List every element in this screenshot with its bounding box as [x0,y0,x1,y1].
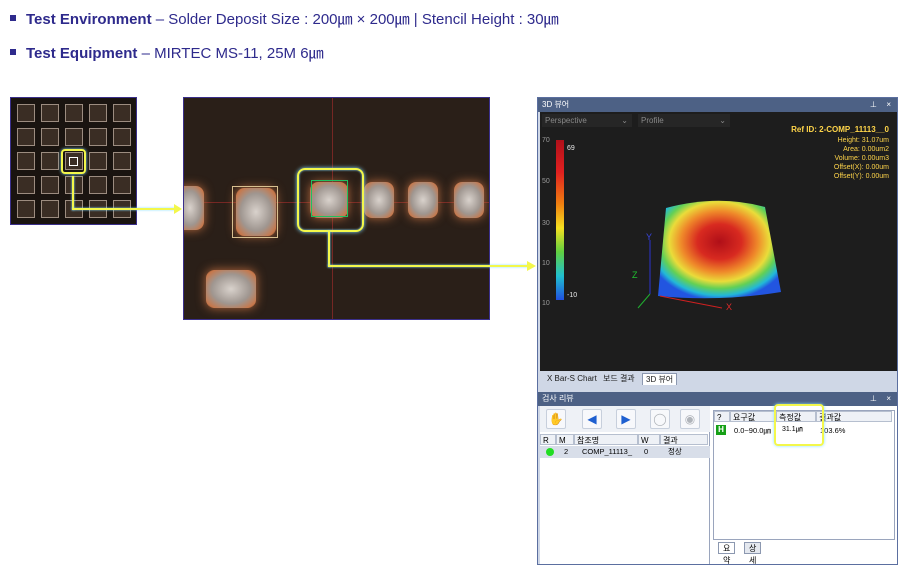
connector-line [328,265,529,267]
test-environment-value: – Solder Deposit Size : 200㎛ × 200㎛ | St… [151,11,559,28]
pin-icon[interactable]: ⊥ [870,392,877,406]
viewer-tabbar: X Bar-S Chart 보드 결과 3D 뷰어 [540,372,897,386]
board-chip [17,176,35,194]
test-equipment-label: Test Equipment [26,45,138,62]
connector-arrow-icon [174,204,182,214]
selection-highlight [297,168,364,232]
column-header-result-value[interactable]: 결과값 [816,411,892,422]
board-chip [113,152,131,170]
solder-pad [408,182,438,218]
column-header-info: ? [714,411,730,422]
component-list: ✋ ◀ ▶ ◯ ◉ R M 참조명 W 결과 2 COMP_11113_ 0 정… [540,406,710,564]
solder-pad [454,182,484,218]
solder-pad [364,182,394,218]
tab-board-result[interactable]: 보드 결과 [600,373,638,385]
viewer-title: 3D 뷰어 [542,100,570,109]
required-value: 0.0~90.0㎛ [734,426,771,435]
tab-xbar-chart[interactable]: X Bar-S Chart [544,373,600,385]
inspection-review-panel: ✋ ◀ ▶ ◯ ◉ R M 참조명 W 결과 2 COMP_11113_ 0 정… [540,406,897,564]
board-chip [17,104,35,122]
board-chip [89,152,107,170]
board-chip [65,176,83,194]
review-titlebar: 검사 리뷰 ⊥ × [538,392,897,406]
board-chip [89,176,107,194]
arrow-right-icon[interactable]: ▶ [616,409,636,429]
board-chip [17,200,35,218]
bullet-icon [10,49,16,56]
row-result-value: 정상 [668,447,682,456]
connector-arrow-icon [527,261,536,271]
column-header-ref[interactable]: 참조명 [574,434,638,445]
board-chip [65,128,83,146]
solder-pad [184,186,204,230]
selected-region-marker [69,157,78,166]
axis-y-label: Y [646,232,652,242]
bullet-icon [10,15,16,22]
board-chip [89,104,107,122]
zoomed-solder-image [183,97,490,320]
3d-height-map: X Y Z [632,200,781,312]
axis-line [637,293,651,309]
3d-viewport[interactable]: Perspective ⌄ Profile ⌄ Ref ID: 2-COMP_1… [540,112,897,371]
row-m-value: 2 [564,447,569,456]
board-chip [17,152,35,170]
axis-x-label: X [726,302,732,312]
row-w-value: 0 [644,447,649,456]
circle-check-icon[interactable]: ◉ [680,409,700,429]
board-chip [113,104,131,122]
connector-line [328,231,330,267]
column-header-m[interactable]: M [556,434,574,445]
status-dot-icon [546,448,554,456]
pin-icon[interactable]: ⊥ [870,98,877,112]
test-environment-label: Test Environment [26,11,152,28]
review-title: 검사 리뷰 [542,394,574,403]
test-equipment-value: – MIRTEC MS-11, 25M 6㎛ [137,45,324,62]
measured-value-highlight [774,404,824,446]
test-environment-line: Test Environment – Solder Deposit Size :… [10,8,559,29]
column-header-r[interactable]: R [540,434,556,445]
inspection-app-window: 3D 뷰어 ⊥ × Perspective ⌄ Profile ⌄ Ref ID… [537,97,898,565]
pad-outline [232,186,278,238]
axis-z-label: Z [632,270,638,280]
board-chip [41,152,59,170]
height-surface [658,200,781,299]
viewer-titlebar: 3D 뷰어 ⊥ × [538,98,897,112]
column-header-result[interactable]: 결과 [660,434,708,445]
close-icon[interactable]: × [886,98,891,112]
board-chip [41,104,59,122]
review-toolbar: ✋ ◀ ▶ ◯ ◉ [540,406,710,432]
status-badge: H [716,425,726,435]
tab-summary[interactable]: 요약 [718,542,736,564]
column-header-required[interactable]: 요구값 [730,411,776,422]
arrow-left-icon[interactable]: ◀ [582,409,602,429]
circle-icon[interactable]: ◯ [650,409,670,429]
board-chip [113,176,131,194]
hand-icon[interactable]: ✋ [546,409,566,429]
board-chip [17,128,35,146]
test-equipment-line: Test Equipment – MIRTEC MS-11, 25M 6㎛ [10,42,324,63]
board-chip [41,176,59,194]
tab-detail[interactable]: 상세 [744,542,762,564]
board-chip [41,200,59,218]
close-icon[interactable]: × [886,392,891,406]
solder-pad [206,270,256,308]
connector-line [72,208,176,210]
connector-line [72,176,74,210]
tab-3d-viewer[interactable]: 3D 뷰어 [642,373,678,385]
board-chip [65,104,83,122]
row-ref-value: COMP_11113_ [582,447,633,456]
column-header-w[interactable]: W [638,434,660,445]
selection-highlight [61,149,86,174]
board-chip [41,128,59,146]
board-chip [89,128,107,146]
board-chip [113,128,131,146]
